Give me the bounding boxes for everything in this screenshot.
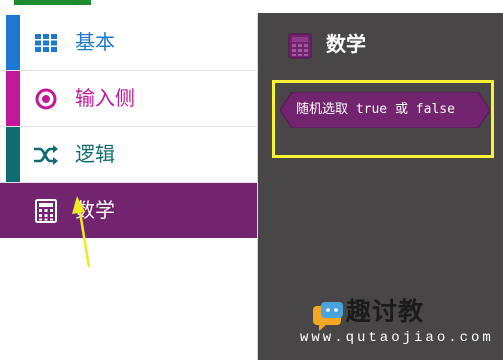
- calculator-icon: [288, 33, 312, 59]
- grid-icon: [34, 33, 58, 53]
- target-icon: [34, 88, 58, 110]
- category-label: 基本: [75, 30, 115, 54]
- flyout-title: 数学: [326, 32, 366, 56]
- category-math[interactable]: 数学: [0, 183, 257, 238]
- category-logic[interactable]: 逻辑: [0, 127, 257, 183]
- active-tab-indicator: [14, 0, 91, 5]
- chat-bubble-icon: [311, 300, 347, 332]
- block-label: 随机选取 true 或 false: [296, 102, 455, 117]
- category-list: 基本 输入侧 逻辑 数学: [0, 13, 258, 360]
- top-bar: [0, 0, 503, 13]
- shuffle-icon: [34, 145, 58, 165]
- category-color-bar: [6, 15, 20, 70]
- category-basic[interactable]: 基本: [0, 15, 257, 71]
- pointer-arrow: [72, 196, 91, 268]
- category-input[interactable]: 输入侧: [0, 71, 257, 127]
- category-color-bar: [6, 71, 20, 126]
- calculator-icon: [34, 199, 58, 223]
- category-label: 输入侧: [75, 86, 135, 110]
- category-label: 逻辑: [75, 142, 115, 166]
- watermark-brand: 趣讨教: [346, 297, 425, 326]
- category-color-bar: [6, 127, 20, 182]
- watermark-url: www.qutaojiao.com: [300, 330, 494, 346]
